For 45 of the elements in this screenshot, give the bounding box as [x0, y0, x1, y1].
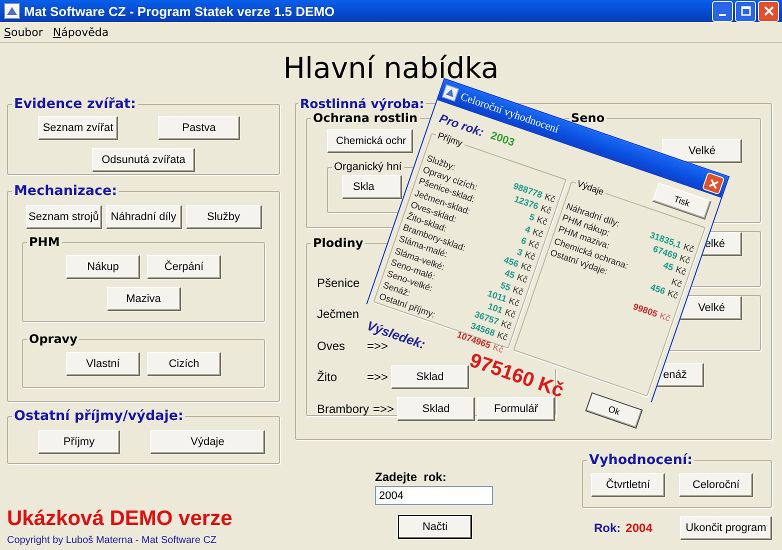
item-value: 456 [648, 280, 667, 298]
item-value: 6 [518, 234, 528, 248]
group-title: Mechanizace: [13, 183, 118, 199]
group-title: Evidence zvířat: [13, 96, 137, 112]
crop-label: Pšenice [317, 276, 361, 290]
demo-notice: Ukázková DEMO verze [7, 507, 234, 531]
group-title: Seno [570, 111, 606, 125]
year-label: Rok: [594, 521, 621, 535]
currency-text: Kč [682, 240, 696, 254]
arrow-text: =>> [367, 370, 390, 384]
arrow-text: =>> [373, 402, 396, 416]
group-title: PHM [28, 235, 61, 249]
currency-text: Kč [499, 318, 514, 332]
group-title: Ostatní příjmy/výdaje: [13, 408, 184, 424]
group-title: Plodiny [312, 236, 364, 250]
item-value: 101 [486, 301, 504, 316]
total-value: 99805 [630, 300, 660, 320]
item-value: 45 [660, 259, 675, 274]
group-title: Opravy [28, 332, 78, 346]
crop-label: Žito [317, 370, 338, 384]
currency-text: Kč [503, 306, 518, 320]
currency-text: Kč [527, 238, 541, 251]
group-title: Výdaje [574, 178, 606, 198]
currency-text: Kč [538, 202, 553, 216]
year-value: 2003 [488, 130, 516, 150]
item-value: 4 [522, 222, 532, 236]
currency-text: Kč [507, 295, 522, 309]
year-value: 2004 [626, 521, 652, 535]
field-label: Zadejte rok: [375, 470, 446, 484]
currency-text: Kč [678, 252, 692, 266]
group-title: Příjmy [435, 130, 464, 149]
crop-label: Ječmen [317, 307, 360, 322]
currency-text: Kč [523, 248, 537, 262]
window-title: Mat Software CZ - Program Statek verze 1.5 DEMO [24, 4, 335, 18]
crop-label: Oves [317, 338, 346, 353]
page-heading: Hlavní nabídka [283, 51, 499, 85]
group-title: Organický hní [333, 161, 403, 173]
group-title: Rostlinná výroba: [299, 96, 426, 111]
currency-text: Kč [542, 190, 557, 205]
crop-label: Brambory [317, 402, 370, 416]
copyright-text: Copyright by Luboš Materna - Mat Software CZ [7, 535, 218, 546]
group-title: Ochrana rostlin [312, 111, 419, 125]
currency-text: Kč [519, 260, 534, 274]
group-title: Vyhodnocení: [588, 452, 694, 468]
item-value: 5 [526, 211, 536, 224]
